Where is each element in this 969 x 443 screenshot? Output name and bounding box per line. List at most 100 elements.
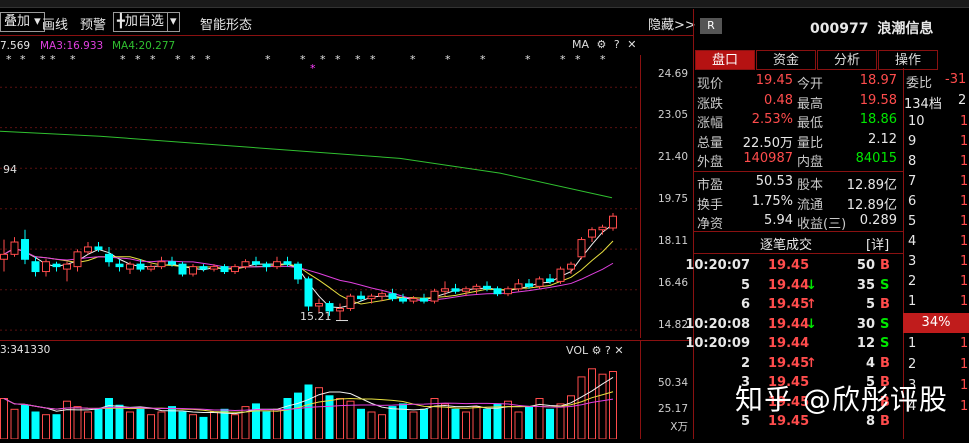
candle-body [388, 293, 397, 300]
ma-long-line [0, 130, 613, 199]
stock-title: 000977 浪潮信息 [810, 18, 933, 38]
candle-body [336, 307, 344, 312]
volume-bar [189, 414, 197, 440]
quote-label: 现价 [697, 77, 724, 92]
tab-operation[interactable]: 操作 [878, 50, 938, 70]
chevron-down-icon: ▾ [170, 14, 177, 29]
quote-value: 2.12 [868, 131, 897, 147]
trade-arrow-icon: ↑ [806, 355, 817, 371]
trades-detail-link[interactable]: [详] [866, 234, 889, 253]
candle-body [84, 246, 92, 253]
trade-side: S [880, 336, 890, 351]
volume-chart[interactable] [0, 358, 640, 440]
add-watchlist-dropdown[interactable]: ▾ [167, 12, 180, 32]
candlestick-chart[interactable]: * * * * * * * * * * * * * * * * * * * * * * * * * 94 15.21 [0, 53, 640, 338]
window-top-strip [0, 0, 969, 8]
volume-bar [52, 414, 61, 440]
candle-body [462, 288, 470, 292]
tab-pankou[interactable]: 盘口 [695, 50, 755, 70]
close-icon[interactable]: ✕ [627, 38, 636, 51]
quote-label: 流通 [797, 197, 824, 213]
event-marker-icon: * [370, 55, 376, 66]
trade-price: 19.44 [768, 277, 810, 293]
watermark: 知乎 @欣彤评股 [735, 383, 948, 416]
volume-svg [0, 368, 617, 440]
event-marker-icon: * [50, 55, 56, 66]
volume-bar [493, 403, 502, 440]
draw-line-button[interactable]: 画线 [42, 14, 68, 33]
ask-level: 3 [908, 254, 917, 269]
volume-bar [31, 411, 40, 440]
trade-time: 2 [740, 355, 750, 371]
trade-qty: 12 [856, 336, 875, 351]
volume-bar [273, 408, 281, 440]
bid-volume: 1 [960, 357, 969, 372]
ma3-value: MA3:16.933 [40, 40, 104, 52]
trade-qty: 30 [856, 316, 875, 332]
overlay-dropdown[interactable]: 叠加 ▾ [0, 12, 45, 32]
buy-sell-ratio-bar: 34% [903, 313, 969, 333]
smart-pattern-button[interactable]: 智能形态 [200, 14, 252, 33]
volume-bar [514, 411, 523, 440]
ask-level: 8 [908, 154, 917, 169]
volume-bar [546, 408, 554, 440]
candle-body [105, 253, 113, 263]
hide-label: 隐藏 [648, 18, 675, 33]
volume-bar [367, 411, 376, 440]
candle-body [252, 261, 260, 265]
volume-bar [84, 411, 92, 440]
event-marker-icon: * [190, 55, 196, 66]
dang-label-2: 2 [958, 93, 967, 108]
volume-bar [388, 406, 397, 440]
volume-bar [105, 398, 113, 440]
bid-level: 1 [908, 336, 917, 351]
candle-body [241, 261, 250, 268]
gear-icon[interactable]: ⚙ [597, 38, 607, 51]
quote-label: 今开 [797, 77, 824, 92]
quote-label: 涨跌 [697, 96, 724, 112]
trades-title: 逐笔成交 [760, 238, 813, 253]
ask-level: 9 [908, 134, 917, 149]
price-tick: 24.69 [657, 68, 688, 80]
event-marker-icon: * [410, 55, 416, 66]
candle-body [73, 251, 82, 268]
volume-bar [168, 406, 176, 440]
quote-label: 最低 [797, 116, 824, 131]
fund-divider [693, 231, 903, 232]
event-marker-icon: * [300, 55, 306, 66]
candle-body [346, 295, 355, 309]
event-marker-icon: * [150, 55, 156, 66]
help-icon[interactable]: ? [614, 38, 620, 51]
tab-funds[interactable]: 资金 [756, 50, 816, 70]
volume-bar [357, 408, 365, 440]
add-watchlist-button[interactable]: ╋加自选 [113, 12, 168, 32]
candle-body [178, 263, 187, 275]
event-marker-icon: * [175, 55, 181, 66]
ask-volume: 1 [960, 254, 969, 269]
ma-button[interactable]: MA [572, 38, 589, 51]
volume-bar [409, 411, 418, 440]
candle-body [126, 263, 134, 270]
alert-button[interactable]: 预警 [80, 14, 106, 33]
close-icon[interactable]: ✕ [614, 344, 623, 357]
volume-bar [483, 408, 491, 440]
candle-body [262, 263, 271, 268]
gear-icon[interactable]: ⚙ [592, 344, 602, 357]
quote-label: 总量 [697, 135, 724, 151]
quote-label: 收益(三) [797, 217, 847, 232]
volume-bar [378, 414, 386, 440]
hide-panel-button[interactable]: 隐藏>> [648, 14, 696, 33]
tab-analysis[interactable]: 分析 [817, 50, 877, 70]
vol-button[interactable]: VOL [566, 344, 588, 357]
help-icon[interactable]: ? [605, 344, 611, 357]
candle-body [525, 283, 533, 287]
volume-bar [231, 414, 239, 440]
ask-volume: 1 [960, 114, 969, 129]
candle-body [220, 266, 229, 273]
ask-volume: 1 [960, 214, 969, 229]
ask-volume: 1 [960, 294, 969, 309]
volume-tick: 25.17 [657, 403, 688, 415]
ask-volume: 1 [960, 174, 969, 189]
volume-bar [430, 398, 439, 440]
event-marker-icon: * [6, 55, 12, 66]
